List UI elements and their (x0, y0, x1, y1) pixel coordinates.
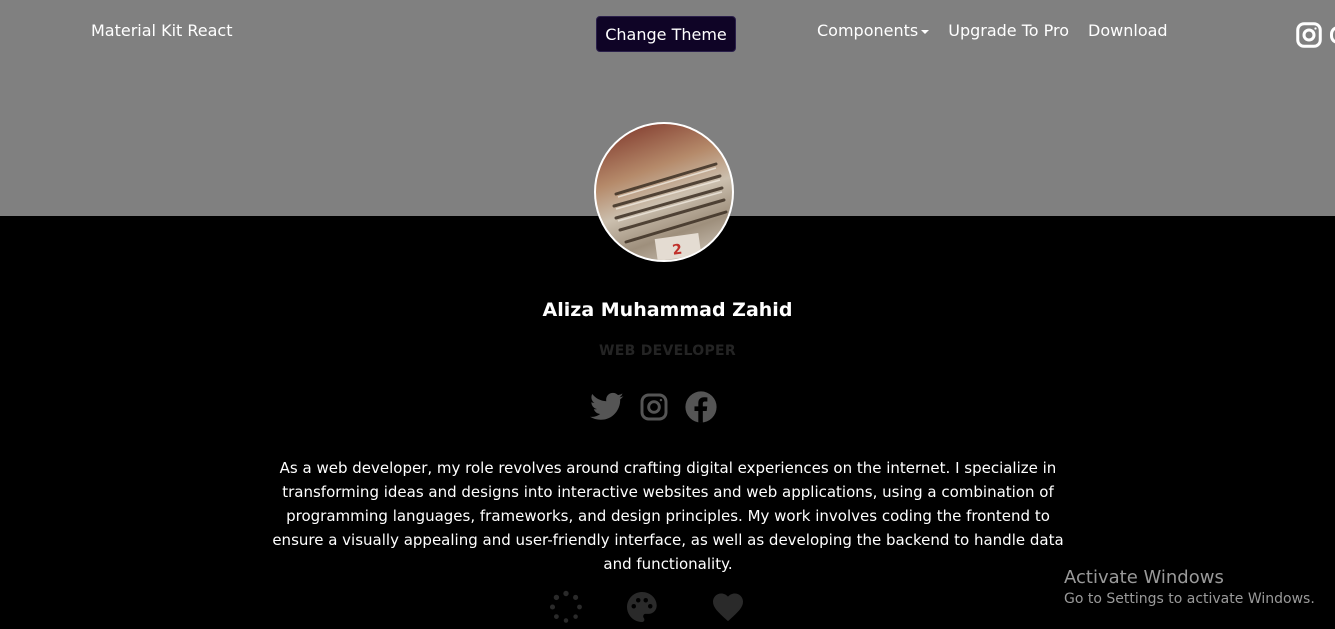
instagram-icon[interactable] (638, 391, 670, 423)
facebook-icon[interactable] (684, 390, 718, 424)
heart-icon[interactable] (710, 589, 746, 629)
windows-activation-watermark: Activate Windows Go to Settings to activ… (1064, 567, 1315, 607)
watermark-title: Activate Windows (1064, 567, 1224, 588)
profile-tabs (548, 589, 746, 629)
twitter-icon[interactable] (590, 392, 624, 422)
social-links (590, 390, 718, 424)
change-theme-button[interactable]: Change Theme (596, 16, 736, 52)
palette-icon[interactable] (624, 589, 660, 629)
avatar: 2 (594, 122, 734, 262)
profile-bio: As a web developer, my role revolves aro… (272, 459, 1064, 573)
nav-menu: Components Upgrade To Pro Download (817, 21, 1187, 40)
caret-down-icon (921, 29, 930, 34)
loading-icon[interactable] (548, 589, 584, 629)
nav-item-label: Components (817, 21, 919, 40)
profile-name: Aliza Muhammad Zahid (542, 299, 793, 321)
brand-logo-text[interactable]: Material Kit React (91, 21, 233, 40)
nav-item-components[interactable]: Components (817, 21, 930, 40)
watermark-subtitle: Go to Settings to activate Windows. (1064, 591, 1315, 607)
profile-title: WEB DEVELOPER (599, 343, 736, 359)
instagram-icon[interactable] (1294, 20, 1324, 54)
nav-item-upgrade[interactable]: Upgrade To Pro (948, 21, 1069, 40)
nav-item-download[interactable]: Download (1088, 21, 1168, 40)
